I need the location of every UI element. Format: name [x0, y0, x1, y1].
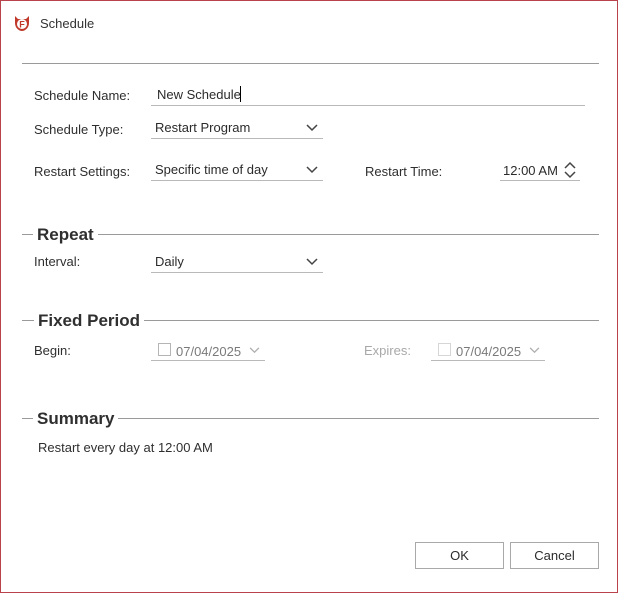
chevron-down-icon — [306, 166, 318, 174]
restart-settings-underline — [151, 180, 323, 181]
chevron-up-icon[interactable] — [564, 161, 576, 169]
schedule-name-label: Schedule Name: — [34, 88, 131, 103]
restart-time-underline — [500, 180, 580, 181]
app-logo-icon: F — [15, 16, 29, 31]
chevron-down-icon[interactable] — [529, 347, 540, 354]
schedule-type-dropdown[interactable]: Restart Program — [151, 115, 323, 139]
restart-settings-dropdown[interactable]: Specific time of day — [151, 157, 323, 181]
schedule-name-input[interactable]: New Schedule — [157, 87, 241, 102]
text-cursor — [240, 86, 241, 102]
interval-underline — [151, 272, 323, 273]
schedule-type-value: Restart Program — [155, 120, 251, 135]
begin-date-underline — [151, 360, 265, 361]
chevron-down-icon — [306, 124, 318, 132]
begin-checkbox[interactable] — [158, 343, 171, 356]
summary-section-title: Summary — [33, 409, 119, 429]
interval-dropdown[interactable]: Daily — [151, 249, 323, 273]
schedule-type-label: Schedule Type: — [34, 122, 124, 137]
interval-label: Interval: — [34, 254, 81, 269]
restart-settings-value: Specific time of day — [155, 162, 268, 177]
expires-date-value[interactable]: 07/04/2025 — [456, 344, 521, 359]
schedule-dialog: F Schedule Schedule Name: New Schedule S… — [0, 0, 618, 593]
header-divider — [22, 63, 599, 64]
repeat-section-title: Repeat — [33, 225, 98, 245]
expires-date-underline — [431, 360, 545, 361]
begin-date-value[interactable]: 07/04/2025 — [176, 344, 241, 359]
restart-time-label: Restart Time: — [365, 164, 443, 179]
restart-settings-label: Restart Settings: — [34, 164, 131, 179]
schedule-name-underline — [151, 105, 585, 106]
summary-text: Restart every day at 12:00 AM — [38, 440, 213, 455]
schedule-type-underline — [151, 138, 323, 139]
ok-button[interactable]: OK — [415, 542, 504, 569]
restart-time-spinner[interactable]: 12:00 AM — [500, 159, 580, 181]
fixed-period-section-title: Fixed Period — [34, 311, 145, 331]
chevron-down-icon[interactable] — [249, 347, 260, 354]
svg-text:F: F — [19, 20, 25, 30]
expires-label: Expires: — [364, 343, 411, 358]
chevron-down-icon — [306, 258, 318, 266]
chevron-down-icon[interactable] — [564, 171, 576, 179]
begin-label: Begin: — [34, 343, 71, 358]
repeat-divider — [22, 234, 599, 235]
interval-value: Daily — [155, 254, 184, 269]
cancel-button[interactable]: Cancel — [510, 542, 599, 569]
window-title: Schedule — [40, 16, 95, 31]
expires-checkbox[interactable] — [438, 343, 451, 356]
restart-time-value: 12:00 AM — [503, 163, 558, 178]
